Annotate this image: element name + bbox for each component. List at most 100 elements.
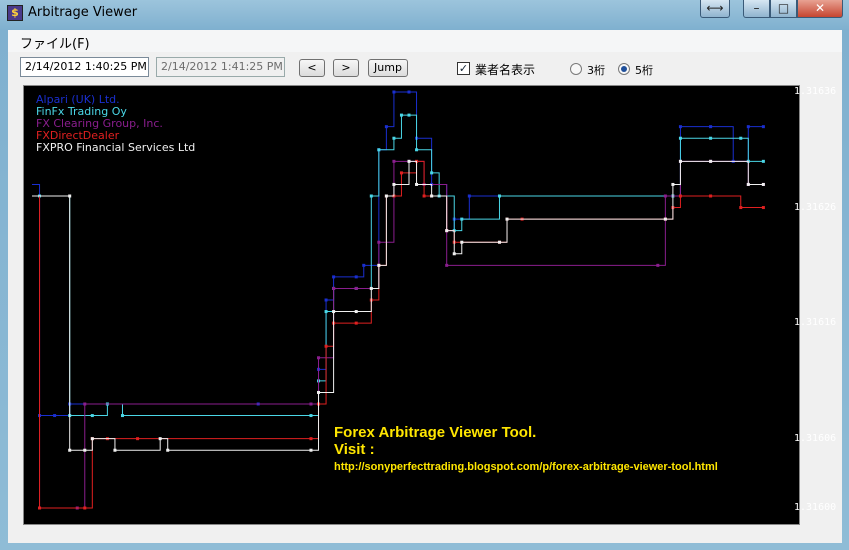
tick-marker xyxy=(678,125,682,129)
tick-marker xyxy=(746,182,750,186)
digits5-label: 5桁 xyxy=(635,64,653,77)
tick-marker xyxy=(68,194,72,198)
tick-marker xyxy=(467,194,471,198)
tick-marker xyxy=(324,344,328,348)
tick-marker xyxy=(90,414,94,418)
tick-marker xyxy=(377,263,381,267)
tick-marker xyxy=(68,448,72,452)
tick-marker xyxy=(309,437,313,441)
tick-marker xyxy=(332,286,336,290)
tick-marker xyxy=(384,125,388,129)
y-tick-label: 1.31600 xyxy=(794,502,837,513)
tick-marker xyxy=(460,240,464,244)
y-tick-label: 1.31626 xyxy=(794,201,837,213)
tick-marker xyxy=(445,229,449,233)
tick-marker xyxy=(354,321,358,325)
chart-legend: Alpari (UK) Ltd. FinFx Trading Oy FX Clear… xyxy=(36,94,195,154)
series-line xyxy=(32,160,764,451)
digits5-radio[interactable] xyxy=(618,63,630,75)
tick-marker xyxy=(324,298,328,302)
tick-marker xyxy=(746,125,750,129)
banner-url[interactable]: http://sonyperfecttrading.blogspot.com/p… xyxy=(334,458,718,476)
tick-marker xyxy=(399,171,403,175)
tick-marker xyxy=(120,414,124,418)
end-time-picker[interactable]: 2/14/2012 1:41:25 PM xyxy=(156,57,285,77)
y-tick-label: 1.31606 xyxy=(794,432,837,444)
app-icon[interactable]: $ xyxy=(7,5,23,21)
tick-marker xyxy=(332,310,336,314)
tick-marker xyxy=(497,194,501,198)
tick-marker xyxy=(761,125,765,129)
tick-marker xyxy=(709,159,713,163)
tick-marker xyxy=(136,437,140,441)
tick-marker xyxy=(678,194,682,198)
swap-icon[interactable]: ⟷ xyxy=(700,0,730,18)
show-names-label: 業者名表示 xyxy=(475,63,536,77)
tick-marker xyxy=(309,414,313,418)
tick-marker xyxy=(354,310,358,314)
tick-marker xyxy=(430,171,434,175)
tick-marker xyxy=(309,402,313,406)
tick-marker xyxy=(113,448,117,452)
tick-marker xyxy=(761,182,765,186)
title-bar[interactable]: $ Arbitrage Viewer ⟷ – □ ✕ xyxy=(0,0,849,28)
tick-marker xyxy=(709,136,713,140)
menu-bar: ファイル(F) xyxy=(8,30,842,52)
tick-marker xyxy=(422,194,426,198)
tick-marker xyxy=(497,240,501,244)
jump-button[interactable]: Jump xyxy=(368,59,408,77)
tick-marker xyxy=(663,194,667,198)
tick-marker xyxy=(158,437,162,441)
tick-marker xyxy=(678,136,682,140)
tick-marker xyxy=(362,263,366,267)
digits3-label: 3桁 xyxy=(587,64,605,77)
tick-marker xyxy=(354,286,358,290)
tick-marker xyxy=(392,90,396,94)
tick-marker xyxy=(377,240,381,244)
status-strip xyxy=(8,527,842,543)
tick-marker xyxy=(90,437,94,441)
tick-marker xyxy=(399,113,403,117)
tick-marker xyxy=(369,194,373,198)
tick-marker xyxy=(739,136,743,140)
tick-marker xyxy=(452,252,456,256)
tick-marker xyxy=(415,182,419,186)
menu-file[interactable]: ファイル(F) xyxy=(20,33,90,52)
tick-marker xyxy=(384,194,388,198)
tick-marker xyxy=(354,275,358,279)
legend-entry: FXPRO Financial Services Ltd xyxy=(36,141,196,154)
tick-marker xyxy=(761,206,765,210)
tick-marker xyxy=(505,217,509,221)
banner-visit: Visit : xyxy=(334,441,375,458)
tick-marker xyxy=(392,159,396,163)
y-tick-label: 1.31616 xyxy=(794,317,837,329)
close-button[interactable]: ✕ xyxy=(797,0,843,18)
prev-button[interactable]: < xyxy=(299,59,325,77)
promo-banner: Forex Arbitrage Viewer Tool. Visit : htt… xyxy=(334,424,718,476)
tick-marker xyxy=(460,217,464,221)
window-title: Arbitrage Viewer xyxy=(28,5,138,20)
app-window: $ Arbitrage Viewer ⟷ – □ ✕ ファイル(F) 2/14/… xyxy=(0,0,849,550)
tick-marker xyxy=(38,506,42,510)
tick-marker xyxy=(369,286,373,290)
tick-marker xyxy=(709,125,713,129)
client-area: ファイル(F) 2/14/2012 1:40:25 PM 2/14/2012 1… xyxy=(8,30,842,543)
minimize-button[interactable]: – xyxy=(743,0,770,18)
tick-marker xyxy=(377,148,381,152)
tick-marker xyxy=(392,136,396,140)
tick-marker xyxy=(445,263,449,267)
tick-marker xyxy=(83,448,87,452)
tick-marker xyxy=(317,356,321,360)
show-names-checkbox[interactable]: ✓ xyxy=(457,62,470,75)
tick-marker xyxy=(709,194,713,198)
digits3-radio[interactable] xyxy=(570,63,582,75)
tick-marker xyxy=(392,182,396,186)
banner-title: Forex Arbitrage Viewer Tool. xyxy=(334,424,537,441)
maximize-button[interactable]: □ xyxy=(770,0,797,18)
tick-marker xyxy=(83,402,87,406)
price-chart[interactable]: Alpari (UK) Ltd. FinFx Trading Oy FX Clear… xyxy=(23,85,836,525)
tick-marker xyxy=(407,113,411,117)
next-button[interactable]: > xyxy=(333,59,359,77)
start-time-picker[interactable]: 2/14/2012 1:40:25 PM xyxy=(20,57,149,77)
tick-marker xyxy=(739,206,743,210)
